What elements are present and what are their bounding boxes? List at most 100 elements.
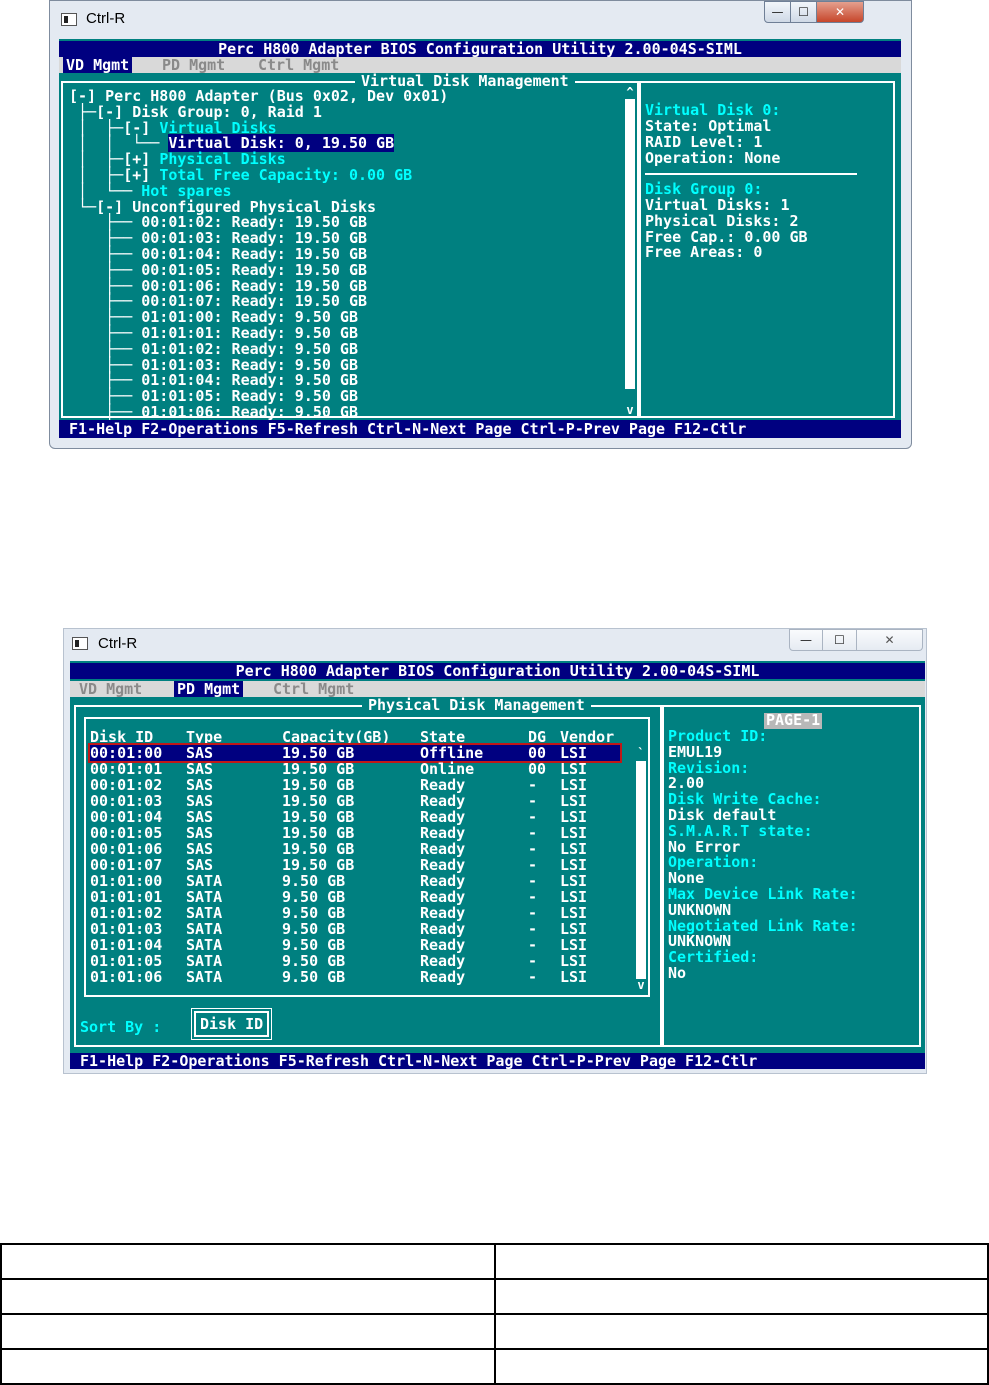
table-row[interactable]: 00:01:07 SAS 19.50 GB Ready - LSI <box>90 857 620 873</box>
table-row[interactable]: 01:01:04 SATA 9.50 GB Ready - LSI <box>90 937 620 953</box>
table-row[interactable]: 01:01:02 SATA 9.50 GB Ready - LSI <box>90 905 620 921</box>
table-cell: 00:01:00 <box>90 744 163 762</box>
table-cell <box>493 1243 989 1280</box>
close-button[interactable]: ✕ <box>857 629 923 651</box>
tab-ctrl-mgmt[interactable]: Ctrl Mgmt <box>255 57 342 73</box>
table-row[interactable]: 00:01:05 SAS 19.50 GB Ready - LSI <box>90 825 620 841</box>
table-row[interactable]: 00:01:04 SAS 19.50 GB Ready - LSI <box>90 809 620 825</box>
pd-scrollbar[interactable] <box>636 761 646 979</box>
table-cell: - <box>528 888 538 906</box>
table-row <box>0 1348 989 1385</box>
table-cell: 9.50 GB <box>282 952 346 970</box>
column-header[interactable]: Type <box>186 729 222 745</box>
column-header[interactable]: DG <box>528 729 546 745</box>
status-bar: F1-Help F2-Operations F5-Refresh Ctrl-N-… <box>59 420 901 438</box>
tab-pd-mgmt[interactable]: PD Mgmt <box>159 57 228 73</box>
table-cell: Ready <box>420 792 466 810</box>
column-header[interactable]: Disk ID <box>90 729 153 745</box>
scroll-up-icon[interactable]: ^ <box>624 86 636 98</box>
maximize-button[interactable]: ☐ <box>823 629 857 651</box>
table-cell: 01:01:03 <box>90 920 163 938</box>
table-cell: - <box>528 952 538 970</box>
table-cell: 9.50 GB <box>282 968 346 986</box>
table-cell: 00:01:05 <box>90 824 163 842</box>
tab-bar: VD Mgmt PD Mgmt Ctrl Mgmt <box>59 57 901 73</box>
column-header[interactable]: Vendor <box>560 729 614 745</box>
scroll-down-icon[interactable]: v <box>635 979 647 991</box>
utility-title: Perc H800 Adapter BIOS Configuration Uti… <box>59 41 901 57</box>
table-cell: - <box>528 920 538 938</box>
column-header[interactable]: Capacity(GB) <box>282 729 390 745</box>
table-cell: LSI <box>560 824 588 842</box>
table-cell: Ready <box>420 968 466 986</box>
vd-info-lines: State: Optimal RAID Level: 1 Operation: No… <box>645 118 780 166</box>
tab-vd-mgmt[interactable]: VD Mgmt <box>63 57 133 73</box>
table-cell: Ready <box>420 952 466 970</box>
table-cell: 00:01:03 <box>90 792 163 810</box>
table-cell: 9.50 GB <box>282 936 346 954</box>
table-row[interactable]: 01:01:00 SATA 9.50 GB Ready - LSI <box>90 873 620 889</box>
page-indicator: PAGE-1 <box>764 711 823 729</box>
table-cell: LSI <box>560 776 588 794</box>
scroll-up-icon[interactable]: ` <box>635 747 647 759</box>
table-row[interactable]: 00:01:01 SAS 19.50 GB Online 00 LSI <box>90 761 620 777</box>
table-cell: Ready <box>420 776 466 794</box>
table-row[interactable]: 01:01:05 SATA 9.50 GB Ready - LSI <box>90 953 620 969</box>
tab-pd-mgmt[interactable]: PD Mgmt <box>174 681 244 697</box>
table-cell: 9.50 GB <box>282 872 346 890</box>
table-cell: - <box>528 936 538 954</box>
table-cell: LSI <box>560 808 588 826</box>
table-row[interactable]: 01:01:06 SATA 9.50 GB Ready - LSI <box>90 969 620 985</box>
tab-vd-mgmt[interactable]: VD Mgmt <box>76 681 145 697</box>
dg-info-line: Free Areas: 0 <box>645 243 763 262</box>
table-cell: LSI <box>560 792 588 810</box>
table-cell: LSI <box>560 904 588 922</box>
table-cell <box>0 1243 496 1280</box>
table-row[interactable]: 01:01:01 SATA 9.50 GB Ready - LSI <box>90 889 620 905</box>
table-cell: SAS <box>186 856 214 874</box>
table-cell: Ready <box>420 872 466 890</box>
tree-scrollbar[interactable] <box>625 99 635 389</box>
tree-node[interactable]: ├── 01:01:06: Ready: 9.50 GB <box>69 404 448 421</box>
minimize-button[interactable]: — <box>789 629 823 651</box>
table-cell: LSI <box>560 744 588 762</box>
sort-by-button[interactable]: Disk ID <box>190 1008 273 1040</box>
table-row[interactable]: 00:01:02 SAS 19.50 GB Ready - LSI <box>90 777 620 793</box>
table-cell: Ready <box>420 888 466 906</box>
table-cell <box>0 1278 496 1315</box>
ctrl-r-window-vd: Ctrl-R — ☐ ✕ Perc H800 Adapter BIOS Conf… <box>49 0 912 449</box>
table-cell: 00 <box>528 744 547 762</box>
table-cell: 19.50 GB <box>282 808 355 826</box>
scroll-down-icon[interactable]: v <box>624 404 636 416</box>
table-row[interactable]: 01:01:03 SATA 9.50 GB Ready - LSI <box>90 921 620 937</box>
table-row[interactable]: 00:01:03 SAS 19.50 GB Ready - LSI <box>90 793 620 809</box>
close-button[interactable]: ✕ <box>817 1 864 23</box>
table-cell: - <box>528 904 538 922</box>
table-cell: LSI <box>560 952 588 970</box>
window-title: Ctrl-R <box>98 635 138 652</box>
table-cell: 19.50 GB <box>282 744 355 762</box>
table-cell: - <box>528 776 538 794</box>
console-app-icon <box>72 637 88 650</box>
minimize-button[interactable]: — <box>764 1 791 23</box>
pd-details: Product ID: EMUL19 Revision: 2.00 Disk Write… <box>668 728 858 982</box>
column-header[interactable]: State <box>420 729 465 745</box>
window-titlebar[interactable]: Ctrl-R — ☐ ✕ <box>50 1 911 39</box>
dg-info-lines: Virtual Disks: 1 Physical Disks: 2 Free Ca… <box>645 197 808 262</box>
document-table <box>0 1243 989 1385</box>
maximize-button[interactable]: ☐ <box>791 1 817 23</box>
table-row[interactable]: 00:01:06 SAS 19.50 GB Ready - LSI <box>90 841 620 857</box>
table-cell: Ready <box>420 904 466 922</box>
table-cell: 19.50 GB <box>282 824 355 842</box>
table-cell: 00 <box>528 760 547 778</box>
table-row <box>0 1243 989 1280</box>
table-cell: LSI <box>560 760 588 778</box>
table-row[interactable]: 00:01:00 SAS 19.50 GB Offline 00 LSI <box>88 743 622 763</box>
table-cell: LSI <box>560 920 588 938</box>
tab-ctrl-mgmt[interactable]: Ctrl Mgmt <box>270 681 357 697</box>
table-cell: 19.50 GB <box>282 760 355 778</box>
table-cell: SATA <box>186 968 223 986</box>
table-cell: Ready <box>420 856 466 874</box>
table-cell: LSI <box>560 936 588 954</box>
table-cell: 00:01:04 <box>90 808 163 826</box>
